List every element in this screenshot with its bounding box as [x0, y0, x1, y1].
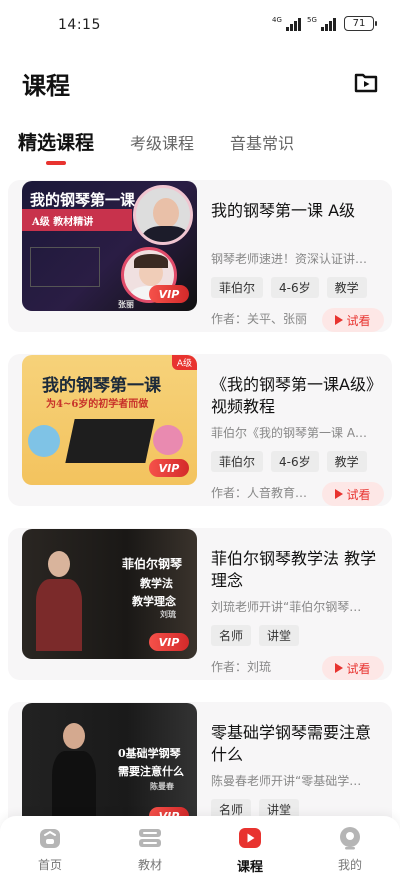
course-title[interactable]: 我的钢琴第一课 A级 [211, 200, 383, 244]
course-tags: 菲伯尔 4-6岁 教学 [211, 451, 383, 472]
course-tag: 名师 [211, 625, 252, 646]
course-title[interactable]: 零基础学钢琴需要注意什么 [211, 722, 383, 766]
battery-icon: 71 [344, 16, 377, 31]
category-tabs: 精选课程 考级课程 音基常识 [18, 128, 330, 155]
thumb-teacher-name: 刘琉 [160, 609, 176, 619]
course-description: 刘琉老师开讲“菲伯尔钢琴… [211, 600, 362, 614]
bottom-nav: 首页 教材 课程 我的 [0, 816, 400, 888]
course-tag: 4-6岁 [271, 277, 319, 298]
course-title[interactable]: 《我的钢琴第一课A级》视频教程 [211, 374, 383, 418]
course-card[interactable]: 菲伯尔钢琴 教学法 教学理念 刘琉 VIP 菲伯尔钢琴教学法 教学理念 刘琉老师… [8, 528, 392, 680]
level-badge: A级 [171, 355, 197, 370]
vip-badge: VIP [149, 633, 189, 651]
course-card[interactable]: 我的钢琴第一课 A级 教材精讲 张丽 VIP 我的钢琴第一课 A级 钢琴老师速进… [8, 180, 392, 332]
course-tags: 名师 讲堂 [211, 625, 383, 646]
vip-badge: VIP [149, 285, 189, 303]
cartoon-character [28, 425, 60, 457]
home-icon [40, 829, 60, 848]
nav-courses[interactable]: 课程 [200, 816, 300, 888]
course-card[interactable]: A级 我的钢琴第一课 为4~6岁的初学者而做 VIP 《我的钢琴第一课A级》视频… [8, 354, 392, 506]
course-thumbnail: 0基础学钢琴 需要注意什么 陈曼春 VIP [22, 703, 197, 833]
profile-icon [340, 827, 360, 850]
course-tags: 菲伯尔 4-6岁 教学 [211, 277, 383, 298]
course-description: 菲伯尔《我的钢琴第一课 A… [211, 426, 368, 440]
network-label: 4G [272, 15, 282, 24]
play-icon [335, 663, 344, 673]
play-icon [335, 315, 344, 325]
battery-level: 71 [352, 18, 366, 29]
nav-label: 我的 [337, 858, 362, 872]
piano-illustration [65, 419, 155, 463]
course-thumbnail: 我的钢琴第一课 A级 教材精讲 张丽 VIP [22, 181, 197, 311]
trial-label: 试看 [346, 661, 371, 676]
course-title[interactable]: 菲伯尔钢琴教学法 教学理念 [211, 548, 383, 592]
network-label: 5G [307, 15, 317, 24]
tab-featured-courses[interactable]: 精选课程 [18, 128, 94, 155]
teacher-portrait [133, 185, 193, 245]
video-folder-icon[interactable] [354, 72, 378, 94]
nav-label: 教材 [137, 858, 162, 872]
signal-icon: 4G [272, 16, 301, 31]
teacher-figure [36, 549, 82, 651]
course-thumbnail: A级 我的钢琴第一课 为4~6岁的初学者而做 VIP [22, 355, 197, 485]
course-tag: 教学 [326, 277, 367, 298]
thumb-subtitle: 教学法 [140, 577, 173, 590]
thumb-title: 我的钢琴第一课 [42, 376, 161, 396]
course-description: 陈曼春老师开讲“零基础学… [211, 774, 362, 788]
status-indicators: 4G 5G 71 [272, 16, 377, 31]
page-title: 课程 [22, 72, 70, 100]
course-tag: 教学 [326, 451, 367, 472]
play-icon [335, 489, 344, 499]
vip-badge: VIP [149, 459, 189, 477]
thumb-text-block [30, 247, 100, 287]
course-author: 作者：人音教育… [211, 486, 308, 500]
thumb-title: 我的钢琴第一课 [30, 191, 136, 209]
course-tag: 4-6岁 [271, 451, 319, 472]
course-tag: 菲伯尔 [211, 451, 264, 472]
trial-button[interactable]: 试看 [322, 482, 384, 506]
thumb-teacher-name: 陈曼春 [150, 781, 174, 791]
course-description: 钢琴老师速进！资深认证讲… [211, 252, 368, 266]
thumb-subtitle: 为4~6岁的初学者而做 [46, 399, 149, 410]
cartoon-character [153, 425, 183, 455]
trial-label: 试看 [346, 487, 371, 502]
nav-home[interactable]: 首页 [0, 816, 100, 888]
course-tag: 菲伯尔 [211, 277, 264, 298]
nav-label: 课程 [236, 860, 263, 875]
course-list: 我的钢琴第一课 A级 教材精讲 张丽 VIP 我的钢琴第一课 A级 钢琴老师速进… [8, 180, 392, 876]
course-author: 作者：刘琉 [211, 660, 272, 674]
nav-profile[interactable]: 我的 [300, 816, 400, 888]
tab-music-basics[interactable]: 音基常识 [230, 130, 294, 154]
thumb-subtitle: 教学理念 [132, 595, 176, 608]
trial-button[interactable]: 试看 [322, 308, 384, 332]
course-info: 零基础学钢琴需要注意什么 陈曼春老师开讲“零基础学… 名师 讲堂 [211, 722, 383, 820]
thumb-subtitle: A级 教材精讲 [32, 217, 94, 228]
thumb-title: 菲伯尔钢琴 [122, 557, 183, 571]
status-time: 14:15 [58, 17, 101, 33]
tab-exam-courses[interactable]: 考级课程 [130, 130, 194, 154]
course-author: 作者：关平、张丽 [211, 312, 308, 326]
nav-books[interactable]: 教材 [100, 816, 200, 888]
signal-icon: 5G [307, 16, 336, 31]
thumb-teacher-name: 张丽 [118, 299, 134, 309]
course-tag: 讲堂 [259, 625, 300, 646]
books-icon [139, 829, 161, 847]
course-thumbnail: 菲伯尔钢琴 教学法 教学理念 刘琉 VIP [22, 529, 197, 659]
course-play-icon [239, 828, 261, 848]
status-bar: 14:15 4G 5G 71 [0, 0, 400, 46]
trial-label: 试看 [346, 313, 371, 328]
thumb-title: 0基础学钢琴 [118, 747, 181, 760]
thumb-subtitle: 需要注意什么 [118, 765, 184, 778]
nav-label: 首页 [37, 858, 62, 872]
trial-button[interactable]: 试看 [322, 656, 384, 680]
